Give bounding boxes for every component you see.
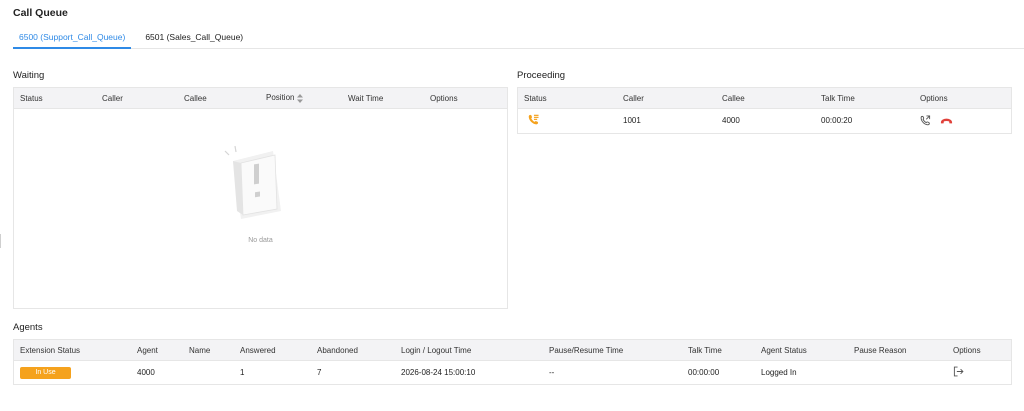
col-status: Status: [524, 93, 547, 103]
callee-cell: 4000: [722, 116, 740, 125]
tab-sales-call-queue[interactable]: 6501 (Sales_Call_Queue): [139, 28, 249, 49]
proceeding-title: Proceeding: [517, 70, 566, 81]
col-options: Options: [430, 93, 458, 103]
col-status: Status: [20, 93, 43, 103]
col-talk-time: Talk Time: [821, 93, 855, 103]
empty-data-icon: [224, 145, 281, 219]
col-callee: Callee: [722, 93, 745, 103]
transfer-call-icon[interactable]: [920, 115, 931, 126]
tab-support-call-queue[interactable]: 6500 (Support_Call_Queue): [13, 28, 132, 49]
agent-cell: 4000: [137, 368, 155, 377]
col-options: Options: [920, 93, 948, 103]
logout-icon[interactable]: [953, 366, 964, 377]
col-login-logout-time: Login / Logout Time: [401, 345, 472, 355]
col-abandoned: Abandoned: [317, 345, 358, 355]
options-cell: [947, 366, 1007, 379]
col-talk-time: Talk Time: [688, 345, 722, 355]
extension-status-cell: In Use: [14, 366, 131, 379]
empty-text: No data: [248, 237, 273, 244]
col-name: Name: [189, 345, 211, 355]
agents-table: Extension Status Agent Name Answered Aba…: [13, 339, 1012, 385]
waiting-title: Waiting: [13, 70, 45, 81]
caller-cell: 1001: [623, 116, 641, 125]
col-caller: Caller: [623, 93, 644, 103]
col-pause-reason: Pause Reason: [854, 345, 907, 355]
table-row: In Use 4000 1 7 2026-08-24 15:00:10 -- 0…: [14, 361, 1011, 384]
abandoned-cell: 7: [317, 368, 322, 377]
login-logout-time-cell: 2026-08-24 15:00:10: [401, 368, 476, 377]
agents-table-header: Extension Status Agent Name Answered Aba…: [14, 340, 1011, 361]
talk-time-cell: 00:00:00: [688, 368, 720, 377]
col-wait-time: Wait Time: [348, 93, 384, 103]
status-cell: [518, 114, 617, 127]
col-agent-status: Agent Status: [761, 345, 807, 355]
answered-cell: 1: [240, 368, 245, 377]
talk-time-cell: 00:00:20: [821, 116, 853, 125]
sidebar-collapse-handle[interactable]: [0, 234, 3, 248]
col-pause-resume-time: Pause/Resume Time: [549, 345, 624, 355]
options-cell: [914, 115, 1011, 126]
agents-title: Agents: [13, 322, 43, 333]
proceeding-table-header: Status Caller Callee Talk Time Options: [518, 88, 1011, 109]
incoming-call-icon: [528, 114, 539, 125]
col-answered: Answered: [240, 345, 276, 355]
empty-state: No data: [14, 109, 507, 308]
proceeding-table: Status Caller Callee Talk Time Options 1…: [517, 87, 1012, 134]
col-caller: Caller: [102, 93, 123, 103]
waiting-table-header: Status Caller Callee Position Wait Time …: [14, 88, 507, 109]
waiting-table: Status Caller Callee Position Wait Time …: [13, 87, 508, 309]
col-extension-status: Extension Status: [20, 345, 81, 355]
status-badge: In Use: [20, 366, 71, 379]
col-position-label: Position: [266, 93, 295, 103]
col-callee: Callee: [184, 93, 207, 103]
col-position[interactable]: Position: [260, 93, 342, 103]
col-agent: Agent: [137, 345, 158, 355]
sort-icon[interactable]: [297, 93, 304, 103]
pause-resume-time-cell: --: [549, 368, 555, 377]
hangup-icon[interactable]: [940, 117, 953, 125]
queue-tabs: 6500 (Support_Call_Queue) 6501 (Sales_Ca…: [13, 28, 1024, 49]
page-title: Call Queue: [13, 7, 68, 19]
agent-status-cell: Logged In: [761, 368, 797, 377]
col-options: Options: [953, 345, 981, 355]
table-row: 1001 4000 00:00:20: [518, 109, 1011, 132]
